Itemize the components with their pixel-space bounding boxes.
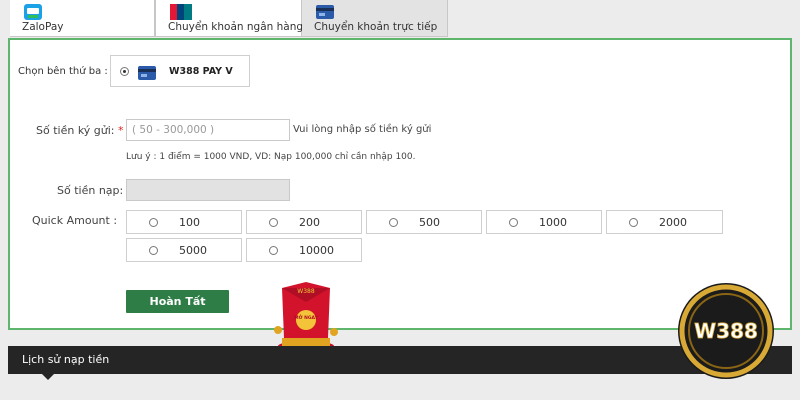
quick-amount-value: 5000 [179,244,207,257]
required-mark: * [118,124,124,137]
third-party-name: W388 PAY V [169,66,233,77]
payment-method-tabs: ZaloPay Chuyển khoản ngân hàng Chuyển kh… [10,0,448,38]
quick-amount-value: 1000 [539,216,567,229]
quick-amount-option[interactable]: 5000 [126,238,242,262]
third-party-radio[interactable] [120,67,129,76]
quick-amount-value: 10000 [299,244,334,257]
tab-zalopay[interactable]: ZaloPay [10,0,155,37]
quick-amount-value: 500 [419,216,440,229]
history-pointer [42,374,54,380]
card-icon [138,65,156,84]
quick-amount-radio[interactable] [149,246,158,255]
quick-amount-label: Quick Amount : [32,214,118,227]
quick-amount-radio[interactable] [389,218,398,227]
w388-logo: W388 [676,281,776,381]
quick-amount-value: 2000 [659,216,687,229]
quick-amount-value: 200 [299,216,320,229]
quick-amount-radio[interactable] [629,218,638,227]
promo-envelope-icon[interactable]: W388 MỞ NGAY [270,280,342,352]
tab-label: Chuyển khoản trực tiếp [314,21,438,33]
tab-label: Chuyển khoản ngân hàng [168,21,304,33]
quick-amount-option[interactable]: 500 [366,210,482,234]
history-title: Lịch sử nạp tiền [22,353,110,366]
deposit-hint: Vui lòng nhập số tiền ký gửi [293,124,432,135]
third-party-label: Chọn bên thứ ba : [18,66,108,77]
deposit-amount-label: Số tiền ký gửi: * [36,124,124,137]
quick-amount-option[interactable]: 100 [126,210,242,234]
third-party-option[interactable]: W388 PAY V [110,55,250,87]
quick-amount-radio[interactable] [269,218,278,227]
tab-direct-transfer[interactable]: Chuyển khoản trực tiếp [302,0,448,37]
tab-bank-transfer[interactable]: Chuyển khoản ngân hàng [155,0,304,37]
quick-amount-value: 100 [179,216,200,229]
promo-top-text: W388 [297,288,315,295]
quick-amount-option[interactable]: 10000 [246,238,362,262]
deposit-history-bar[interactable]: Lịch sử nạp tiền [8,346,792,380]
submit-button[interactable]: Hoàn Tất [126,290,229,313]
quick-amount-radio[interactable] [149,218,158,227]
logo-text: W388 [694,319,758,343]
quick-amount-radio[interactable] [509,218,518,227]
topup-amount-input [126,179,290,201]
topup-amount-label: Số tiền nạp: [57,184,124,197]
quick-amount-option[interactable]: 2000 [606,210,723,234]
tab-label: ZaloPay [22,21,64,33]
quick-amount-option[interactable]: 1000 [486,210,602,234]
quick-amount-option[interactable]: 200 [246,210,362,234]
quick-amount-radio[interactable] [269,246,278,255]
deposit-note: Lưu ý : 1 điểm = 1000 VND, VD: Nạp 100,0… [126,152,416,162]
deposit-amount-input[interactable]: ( 50 - 300,000 ) [126,119,290,141]
